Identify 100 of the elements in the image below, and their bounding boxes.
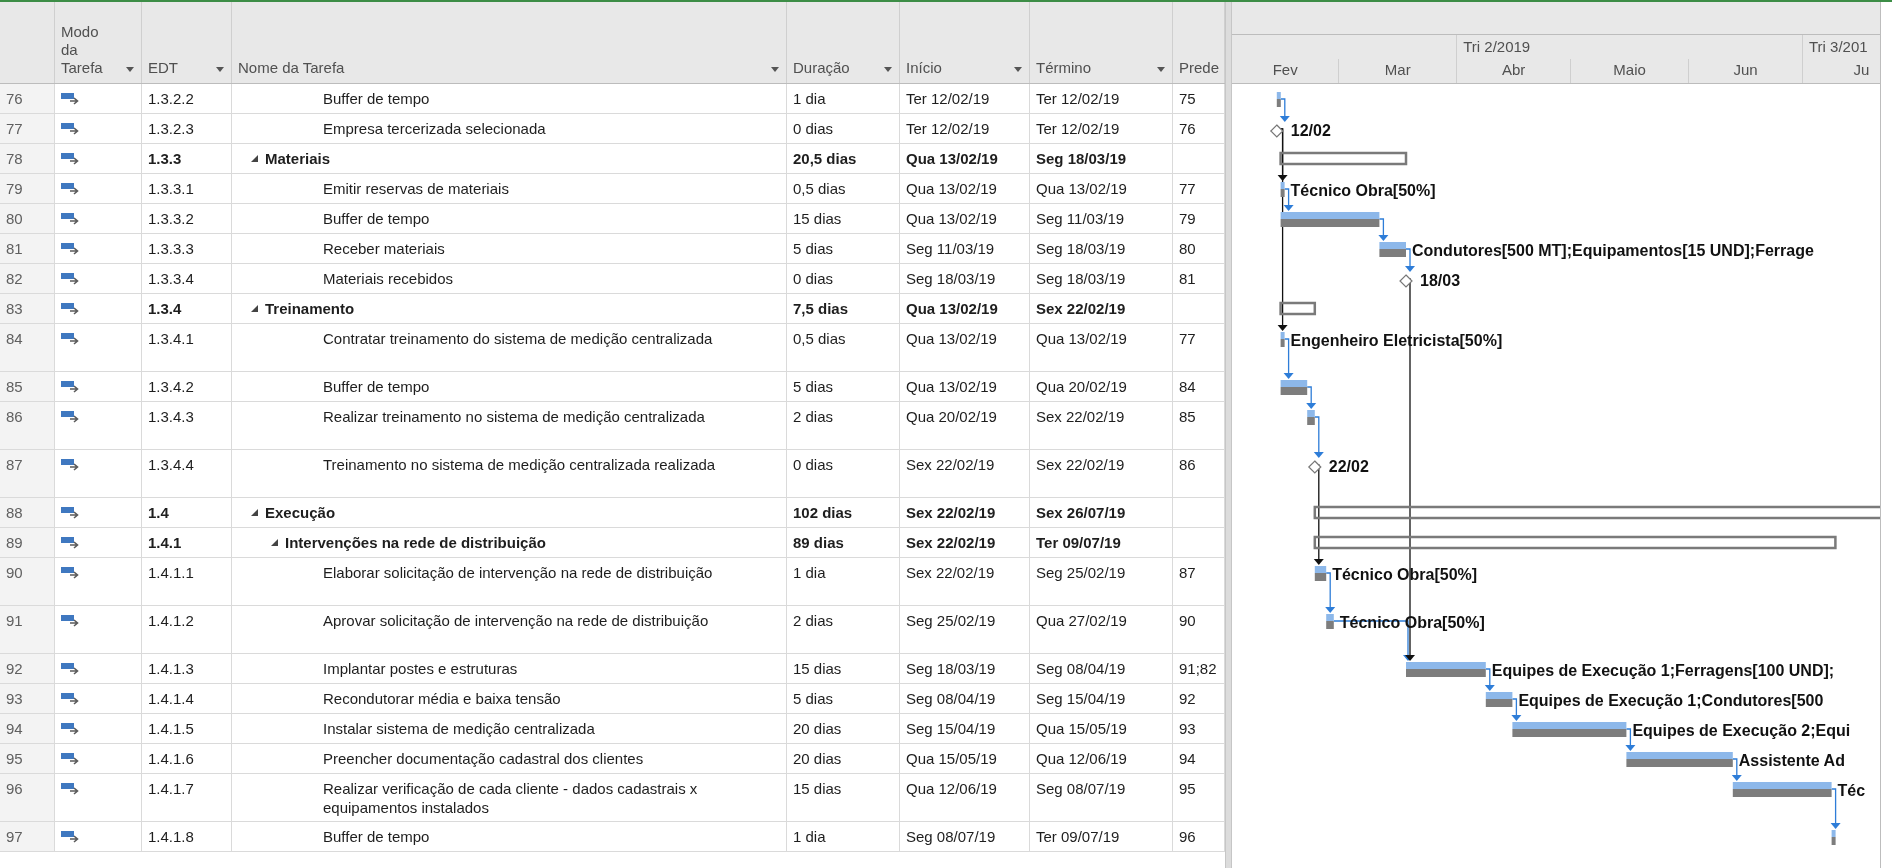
table-cell: Seg 18/03/19 — [1030, 234, 1173, 263]
task-mode-icon — [61, 181, 81, 195]
month-label: Fev — [1271, 60, 1299, 80]
table-cell: 1.4.1.4 — [142, 684, 232, 713]
dependency-arrow — [1306, 386, 1317, 409]
dropdown-icon[interactable] — [883, 65, 893, 73]
dropdown-icon[interactable] — [1013, 65, 1023, 73]
table-cell: 1.4.1.1 — [142, 558, 232, 605]
table-cell: 1.4.1.7 — [142, 774, 232, 821]
row-number: 87 — [0, 450, 55, 497]
table-cell: 1.3.4.1 — [142, 324, 232, 371]
table-cell: Qua 27/02/19 — [1030, 606, 1173, 653]
task-name: Elaborar solicitação de intervenção na rede de distribuição — [323, 563, 713, 582]
dropdown-icon[interactable] — [770, 65, 780, 73]
task-mode-icon — [61, 661, 81, 675]
table-cell: 1.3.3.3 — [142, 234, 232, 263]
table-cell: 2 dias — [787, 606, 900, 653]
table-cell: 20,5 dias — [787, 144, 900, 173]
table-cell: Seg 25/02/19 — [900, 606, 1030, 653]
table-cell: 0 dias — [787, 450, 900, 497]
task-mode-icon — [61, 121, 81, 135]
table-cell: 0 dias — [787, 114, 900, 143]
resource-label: Assistente Ad — [1738, 752, 1845, 769]
collapse-icon[interactable] — [250, 154, 259, 163]
table-cell: 89 dias — [787, 528, 900, 557]
task-mode-icon — [61, 151, 81, 165]
table-cell: 1 dia — [787, 84, 900, 113]
row-number: 89 — [0, 528, 55, 557]
task-name: Realizar treinamento no sistema de medição centralizada — [323, 407, 705, 426]
task-name: Buffer de tempo — [323, 89, 430, 108]
task-bar — [1280, 380, 1308, 395]
table-cell: Qua 13/02/19 — [900, 174, 1030, 203]
table-cell: Ter 09/07/19 — [1030, 528, 1173, 557]
summary-bar — [1279, 301, 1317, 316]
table-cell: Seg 18/03/19 — [900, 264, 1030, 293]
column-header[interactable]: EDT — [142, 2, 232, 83]
month-label: Maio — [1570, 59, 1688, 83]
resource-label: Equipes de Execução 1;Condutores[500 — [1518, 692, 1824, 709]
table-cell: Qua 12/06/19 — [1030, 744, 1173, 773]
task-name: Implantar postes e estruturas — [323, 659, 518, 678]
task-mode-icon — [61, 613, 81, 627]
task-mode-icon — [61, 301, 81, 315]
table-cell: Seg 08/04/19 — [1030, 654, 1173, 683]
collapse-icon[interactable] — [270, 538, 279, 547]
table-cell: 1.3.4.3 — [142, 402, 232, 449]
table-cell: Sex 22/02/19 — [900, 528, 1030, 557]
table-cell: 1.4 — [142, 498, 232, 527]
table-cell: 1.3.3 — [142, 144, 232, 173]
column-header[interactable]: Modo da Tarefa — [55, 2, 142, 83]
dropdown-icon[interactable] — [125, 65, 135, 73]
collapse-icon[interactable] — [250, 508, 259, 517]
table-cell: 1.3.3.4 — [142, 264, 232, 293]
table-cell: 15 dias — [787, 204, 900, 233]
column-header[interactable]: Início — [900, 2, 1030, 83]
task-name: Contratar treinamento do sistema de medição centralizada — [323, 329, 713, 348]
task-bar — [1280, 332, 1285, 347]
table-cell: Qua 12/06/19 — [900, 774, 1030, 821]
resource-label: Condutores[500 MT];Equipamentos[15 UND];Ferrage — [1412, 242, 1814, 259]
table-cell: 5 dias — [787, 234, 900, 263]
table-cell: Seg 25/02/19 — [1030, 558, 1173, 605]
task-mode-icon — [61, 535, 81, 549]
table-cell: Seg 08/07/19 — [900, 822, 1030, 851]
row-number: 96 — [0, 774, 55, 821]
resource-label: Equipes de Execução 1;Ferragens[100 UND]; — [1491, 662, 1835, 679]
table-cell: Sex 22/02/19 — [1030, 294, 1173, 323]
table-cell: 1.4.1 — [142, 528, 232, 557]
task-name: Aprovar solicitação de intervenção na rede de distribuição — [323, 611, 709, 630]
table-cell: 1.4.1.6 — [142, 744, 232, 773]
task-name: Buffer de tempo — [323, 209, 430, 228]
task-mode-icon — [61, 379, 81, 393]
table-cell: 0,5 dias — [787, 174, 900, 203]
table-cell: Qua 20/02/19 — [1030, 372, 1173, 401]
column-header[interactable]: Término — [1030, 2, 1173, 83]
table-cell: 5 dias — [787, 684, 900, 713]
column-title: Nome da Tarefa — [238, 59, 345, 77]
resource-label: Técnico Obra[50%] — [1290, 182, 1436, 199]
table-cell: Sex 26/07/19 — [1030, 498, 1173, 527]
dropdown-icon[interactable] — [215, 65, 225, 73]
task-mode-icon — [61, 91, 81, 105]
row-number: 90 — [0, 558, 55, 605]
column-header[interactable]: Duração — [787, 2, 900, 83]
row-number: 85 — [0, 372, 55, 401]
collapse-icon[interactable] — [250, 304, 259, 313]
dropdown-icon[interactable] — [1156, 65, 1166, 73]
row-number: 95 — [0, 744, 55, 773]
table-cell: Qua 13/02/19 — [900, 324, 1030, 371]
table-cell: 1.4.1.5 — [142, 714, 232, 743]
task-bar — [1326, 614, 1334, 629]
row-number: 88 — [0, 498, 55, 527]
column-title: Prede — [1179, 59, 1220, 77]
row-number: 80 — [0, 204, 55, 233]
task-name: Execução — [265, 503, 336, 522]
table-cell: 1 dia — [787, 822, 900, 851]
column-header[interactable]: Nome da Tarefa — [232, 2, 787, 83]
table-cell: 20 dias — [787, 714, 900, 743]
table-cell: Sex 22/02/19 — [1030, 402, 1173, 449]
quarter-label: Tri 2/2019 — [1456, 35, 1802, 59]
task-name: Materiais — [265, 149, 331, 168]
table-cell: 1.3.3.1 — [142, 174, 232, 203]
table-cell: Seg 11/03/19 — [900, 234, 1030, 263]
